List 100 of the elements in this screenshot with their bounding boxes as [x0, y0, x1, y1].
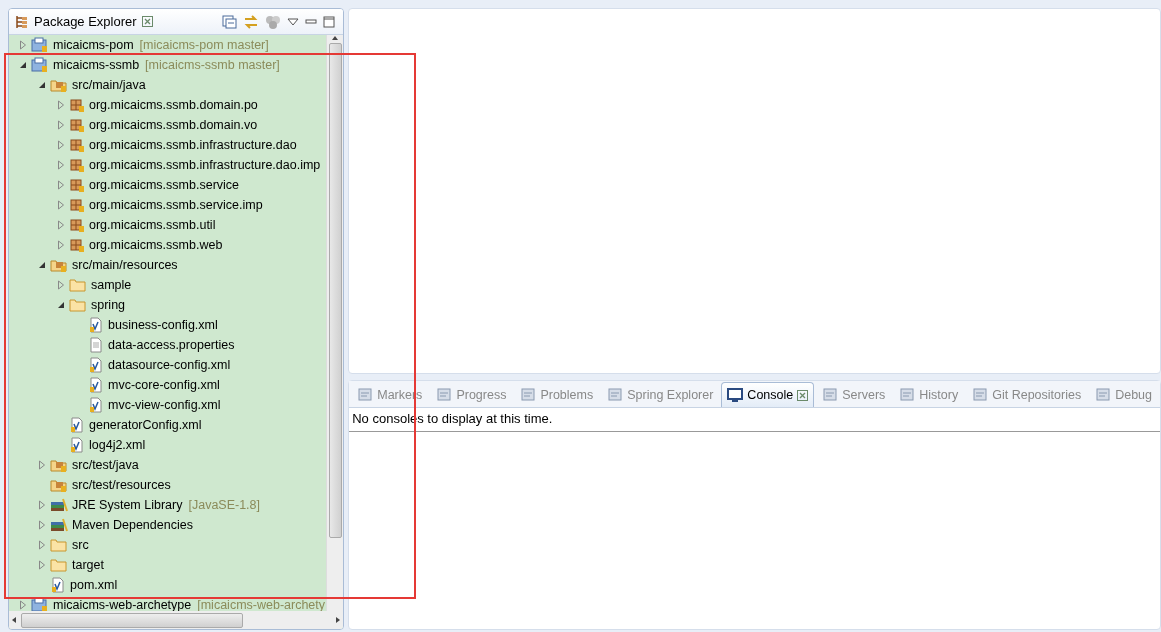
minimize-icon[interactable] — [305, 17, 318, 26]
git-branch-decoration: [micaicms-pom master] — [139, 38, 269, 52]
library-icon — [50, 517, 68, 533]
expand-arrow-icon[interactable] — [38, 460, 46, 470]
tree-item-label[interactable]: src — [72, 538, 89, 552]
expand-arrow-icon[interactable] — [57, 140, 65, 150]
close-icon[interactable] — [141, 16, 153, 27]
package-icon — [69, 177, 85, 193]
package-icon — [69, 217, 85, 233]
expand-arrow-icon[interactable] — [57, 200, 65, 210]
file-icon — [88, 337, 104, 353]
expand-arrow-icon[interactable] — [57, 160, 65, 170]
tree-item-label[interactable]: src/main/java — [72, 78, 146, 92]
xml-file-icon — [69, 437, 85, 453]
package-icon — [69, 237, 85, 253]
expand-arrow-icon[interactable] — [57, 220, 65, 230]
xml-file-icon — [69, 417, 85, 433]
source-folder-icon — [50, 477, 68, 493]
tree-item-label[interactable]: org.micaicms.ssmb.infrastructure.dao.imp — [89, 158, 321, 172]
view-menu-icon[interactable] — [287, 17, 300, 26]
collapse-all-icon[interactable] — [222, 14, 238, 29]
view-icon — [607, 387, 624, 403]
expand-arrow-icon[interactable] — [38, 520, 46, 530]
tree-item-label[interactable]: mvc-view-config.xml — [108, 398, 221, 412]
tree-item-label[interactable]: org.micaicms.ssmb.service.imp — [89, 198, 263, 212]
vertical-scrollbar[interactable] — [326, 35, 344, 611]
tree-item-label[interactable]: src/test/resources — [72, 478, 171, 492]
project-icon — [31, 57, 49, 73]
tree-item-label[interactable]: pom.xml — [70, 578, 118, 592]
tree-item-label[interactable]: log4j2.xml — [89, 438, 146, 452]
tree-item-label[interactable]: org.micaicms.ssmb.web — [89, 238, 223, 252]
tree-item-label[interactable]: data-access.properties — [108, 338, 235, 352]
expand-arrow-icon[interactable] — [57, 180, 65, 190]
filter-icon[interactable] — [265, 14, 282, 29]
view-icon — [436, 387, 453, 403]
tree-item-label[interactable]: src/test/java — [72, 458, 139, 472]
xml-file-icon — [50, 577, 66, 593]
expand-arrow-icon[interactable] — [57, 280, 65, 290]
tree-item-label[interactable]: org.micaicms.ssmb.infrastructure.dao — [89, 138, 297, 152]
tree-item-label[interactable]: target — [72, 558, 104, 572]
xml-file-icon — [88, 377, 104, 393]
package-icon — [69, 137, 85, 153]
tree-item-label[interactable]: org.micaicms.ssmb.service — [89, 178, 240, 192]
collapse-arrow-icon[interactable] — [19, 61, 27, 69]
tree-item-label[interactable]: org.micaicms.ssmb.domain.vo — [89, 118, 258, 132]
expand-arrow-icon[interactable] — [38, 540, 46, 550]
tree-item-label[interactable]: micaicms-web-archetype — [53, 598, 192, 611]
close-icon[interactable] — [797, 389, 809, 401]
view-icon — [357, 387, 374, 403]
view-icon — [972, 387, 989, 403]
collapse-arrow-icon[interactable] — [38, 261, 46, 269]
link-arrows-icon[interactable] — [243, 14, 260, 29]
expand-arrow-icon[interactable] — [38, 500, 46, 510]
collapse-arrow-icon[interactable] — [38, 81, 46, 89]
view-icon — [822, 387, 839, 403]
xml-file-icon — [88, 397, 104, 413]
tree-item-label[interactable]: org.micaicms.ssmb.domain.po — [89, 98, 258, 112]
package-icon — [69, 117, 85, 133]
package-explorer-icon — [15, 14, 29, 29]
package-icon — [69, 157, 85, 173]
git-branch-decoration: [micaicms-web-archety — [197, 598, 326, 611]
expand-arrow-icon[interactable] — [57, 240, 65, 250]
source-folder-icon — [50, 77, 68, 93]
scroll-right-icon[interactable] — [335, 616, 342, 624]
source-folder-icon — [50, 257, 68, 273]
tree-item-label[interactable]: org.micaicms.ssmb.util — [89, 218, 216, 232]
folder-icon — [69, 277, 87, 293]
source-folder-icon — [50, 457, 68, 473]
tree-item-label[interactable]: business-config.xml — [108, 318, 218, 332]
tree-item-label[interactable]: spring — [91, 298, 126, 312]
tree-item-label[interactable]: generatorConfig.xml — [89, 418, 202, 432]
git-branch-decoration: [micaicms-ssmb master] — [145, 58, 280, 72]
horizontal-scrollbar[interactable] — [9, 611, 344, 629]
expand-arrow-icon[interactable] — [57, 120, 65, 130]
collapse-arrow-icon[interactable] — [57, 301, 65, 309]
xml-file-icon — [88, 317, 104, 333]
library-icon — [50, 497, 68, 513]
view-tab[interactable]: Package Explorer — [34, 14, 137, 29]
expand-arrow-icon[interactable] — [19, 600, 27, 610]
package-icon — [69, 197, 85, 213]
monitor-icon — [727, 387, 744, 403]
view-tab[interactable]: Console — [721, 382, 815, 407]
tree-item-label[interactable]: JRE System Library — [72, 498, 183, 512]
expand-arrow-icon[interactable] — [57, 100, 65, 110]
tree-item-label[interactable]: Maven Dependencies — [72, 518, 193, 532]
view-icon — [520, 387, 537, 403]
scroll-left-icon[interactable] — [11, 616, 17, 624]
project-icon — [31, 37, 49, 53]
tree-item-label[interactable]: src/main/resources — [72, 258, 178, 272]
expand-arrow-icon[interactable] — [19, 40, 27, 50]
package-icon — [69, 97, 85, 113]
expand-arrow-icon[interactable] — [38, 560, 46, 570]
tree-item-label[interactable]: datasource-config.xml — [108, 358, 231, 372]
tree-item-label[interactable]: micaicms-ssmb — [53, 58, 140, 72]
tree-item-label[interactable]: micaicms-pom — [53, 38, 134, 52]
tree-item-label[interactable]: sample — [91, 278, 132, 292]
view-icon — [1095, 387, 1112, 403]
tree-item-label[interactable]: mvc-core-config.xml — [108, 378, 220, 392]
maximize-icon[interactable] — [323, 15, 336, 28]
folder-icon — [50, 557, 68, 573]
